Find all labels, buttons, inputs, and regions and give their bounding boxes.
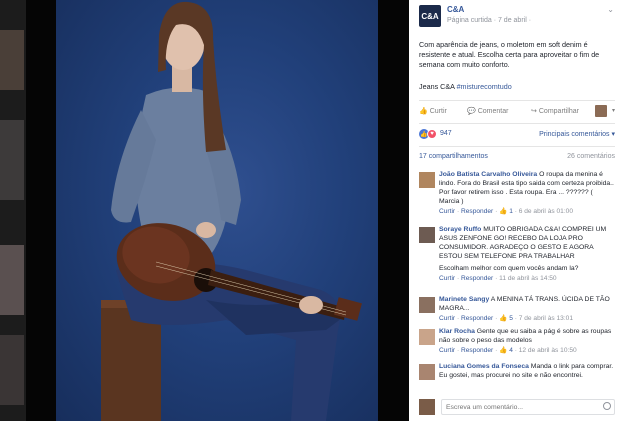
reaction-count[interactable]: 947 bbox=[440, 130, 452, 137]
post-header: C&A C&A Página curtida · 7 de abril · ⌄ bbox=[409, 0, 620, 32]
post-meta: Página curtida · 7 de abril · bbox=[447, 17, 532, 24]
post-panel: C&A C&A Página curtida · 7 de abril · ⌄ … bbox=[409, 0, 620, 421]
comment-reply-link[interactable]: Responder bbox=[461, 347, 493, 354]
page-name[interactable]: C&A bbox=[447, 5, 464, 14]
comment-like-link[interactable]: Curtir bbox=[439, 275, 455, 282]
comment-icon: 💬 bbox=[467, 108, 476, 115]
comment-like-link[interactable]: Curtir bbox=[439, 347, 455, 354]
comment-meta: Curtir · Responder · 11 de abril às 14:5… bbox=[439, 275, 557, 282]
comment-label: Comentar bbox=[477, 108, 509, 115]
commenter-name[interactable]: Klar Rocha bbox=[439, 328, 475, 335]
reactions-bar: 👍 ♥ 947 Principais comentários ▾ bbox=[419, 128, 615, 140]
like-count: 1 bbox=[509, 208, 513, 215]
post-actions: 👍 Curtir 💬 Comentar ↪ Compartilhar ▾ bbox=[419, 105, 615, 119]
like-count: 4 bbox=[509, 347, 513, 354]
chevron-down-icon[interactable]: ⌄ bbox=[607, 5, 614, 14]
divider bbox=[419, 146, 615, 147]
top-comments-dropdown[interactable]: Principais comentários ▾ bbox=[539, 130, 615, 138]
page-logo[interactable]: C&A bbox=[419, 5, 441, 27]
comments-count: 26 comentários bbox=[567, 153, 615, 160]
comment-time[interactable]: 6 de abril às 01:00 bbox=[519, 208, 573, 215]
like-label: Curtir bbox=[429, 108, 447, 115]
like-count: 5 bbox=[509, 315, 513, 322]
post-photo[interactable] bbox=[56, 0, 378, 421]
comment-meta: Curtir · Responder · 👍 5 · 7 de abril às… bbox=[439, 315, 573, 322]
comment-reply-link[interactable]: Responder bbox=[461, 315, 493, 322]
share-label: Compartilhar bbox=[538, 108, 579, 115]
thumbnail[interactable] bbox=[0, 335, 24, 405]
comment-reply-link[interactable]: Responder bbox=[461, 208, 493, 215]
comment-like-link[interactable]: Curtir bbox=[439, 208, 455, 215]
comment-button[interactable]: 💬 Comentar bbox=[467, 107, 508, 115]
post-text: Com aparência de jeans, o moletom em sof… bbox=[419, 40, 600, 69]
model-illustration bbox=[101, 1, 362, 421]
divider bbox=[419, 123, 615, 124]
divider bbox=[419, 100, 615, 101]
emoji-icon[interactable] bbox=[603, 402, 611, 410]
thumbnail[interactable] bbox=[0, 245, 24, 315]
thumbs-up-icon: 👍 bbox=[419, 108, 428, 115]
avatar[interactable] bbox=[419, 297, 435, 313]
comment-reply-link[interactable]: Responder bbox=[461, 275, 493, 282]
avatar[interactable] bbox=[419, 172, 435, 188]
comment-input[interactable] bbox=[441, 399, 615, 415]
love-reaction-icon[interactable]: ♥ bbox=[427, 129, 437, 139]
comment-time[interactable]: 11 de abril às 14:50 bbox=[499, 275, 556, 282]
post-hashtags: Jeans C&A #misturecomtudo bbox=[419, 82, 512, 91]
avatar[interactable] bbox=[419, 364, 435, 380]
like-button[interactable]: 👍 Curtir bbox=[419, 107, 447, 115]
comment-meta: Curtir · Responder · 👍 4 · 12 de abril à… bbox=[439, 347, 577, 354]
comment-composer bbox=[419, 397, 615, 417]
commenter-name[interactable]: Soraye Ruffo bbox=[439, 226, 481, 233]
avatar[interactable] bbox=[419, 227, 435, 243]
commenter-name[interactable]: Luciana Gomes da Fonseca bbox=[439, 363, 529, 370]
shares-count[interactable]: 17 compartilhamentos bbox=[419, 153, 488, 160]
share-button[interactable]: ↪ Compartilhar bbox=[531, 107, 579, 115]
avatar bbox=[419, 399, 435, 415]
avatar[interactable] bbox=[595, 105, 607, 117]
comment-time[interactable]: 7 de abril às 13:01 bbox=[519, 315, 573, 322]
thumbnail[interactable] bbox=[0, 120, 24, 200]
comment-like-link[interactable]: Curtir bbox=[439, 315, 455, 322]
commenter-name[interactable]: Marinete Sangy bbox=[439, 296, 489, 303]
comment-like-count[interactable]: 👍 1 bbox=[499, 208, 513, 215]
share-icon: ↪ bbox=[531, 108, 537, 115]
hashtag-link[interactable]: #misturecomtudo bbox=[457, 82, 512, 91]
caret-down-icon[interactable]: ▾ bbox=[612, 107, 615, 114]
comment-like-count[interactable]: 👍 5 bbox=[499, 315, 513, 322]
previous-photos-strip bbox=[0, 0, 26, 421]
comment-text-extra: Escolham melhor com quem vocês andam la? bbox=[439, 265, 579, 272]
thumbnail[interactable] bbox=[0, 30, 24, 90]
hashtag-prefix: Jeans C&A bbox=[419, 82, 457, 91]
comment-like-count[interactable]: 👍 4 bbox=[499, 347, 513, 354]
comment-meta: Curtir · Responder · 👍 1 · 6 de abril às… bbox=[439, 208, 573, 215]
commenter-name[interactable]: João Batista Carvalho Oliveira bbox=[439, 171, 537, 178]
avatar[interactable] bbox=[419, 329, 435, 345]
comment-time[interactable]: 12 de abril às 10:50 bbox=[519, 347, 577, 354]
